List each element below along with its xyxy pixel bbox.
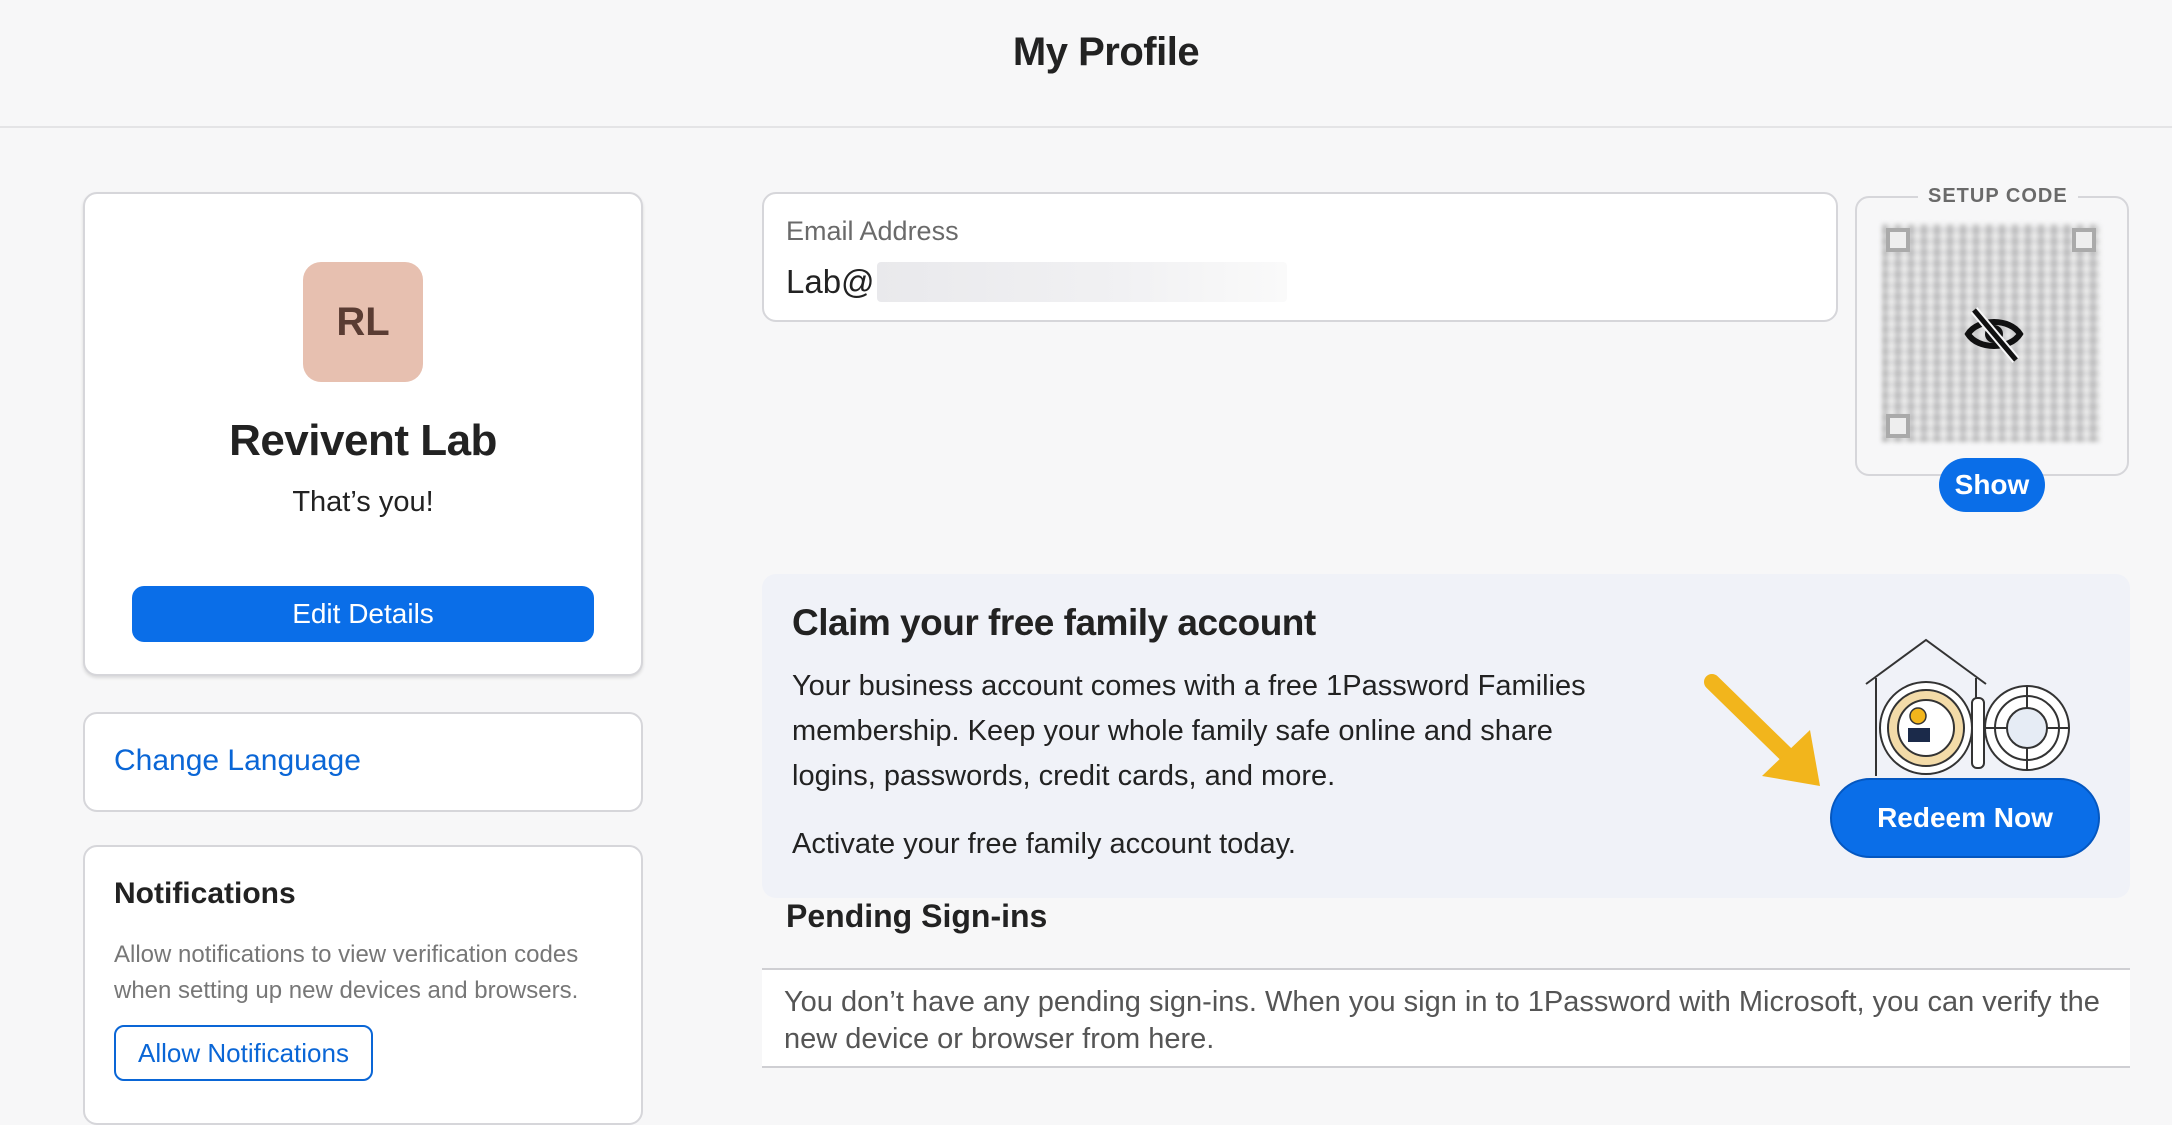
notifications-title: Notifications [114,877,296,910]
change-language-card[interactable]: Change Language [83,712,643,812]
arrow-annotation-icon [1704,674,1820,786]
notifications-description: Allow notifications to view verification… [114,941,579,1004]
house-vault-illustration [1865,638,2070,776]
redeem-now-button[interactable]: Redeem Now [1830,778,2100,858]
page-title: My Profile [1012,30,1200,74]
email-label: Email Address [786,216,959,246]
email-value: Lab@ [786,262,1287,302]
family-title: Claim your free family account [792,602,1316,643]
profile-subtitle: That’s you! [292,486,434,518]
pending-signins-message: You don’t have any pending sign-ins. Whe… [784,986,2100,1055]
email-card: Email Address Lab@ [762,192,1838,322]
edit-details-button[interactable]: Edit Details [132,586,594,642]
family-body: Your business account comes with a free … [792,670,1586,792]
avatar: RL [303,262,423,382]
pending-signins-box: You don’t have any pending sign-ins. Whe… [762,968,2130,1068]
profile-name: Revivent Lab [229,416,497,465]
eye-off-icon [1964,307,2024,363]
setup-code-label: SETUP CODE [1918,185,2078,208]
show-setup-code-button[interactable]: Show [1939,458,2045,512]
email-visible-part: Lab@ [786,263,875,300]
allow-notifications-button[interactable]: Allow Notifications [114,1025,373,1081]
page-header: My Profile [0,0,2172,128]
change-language-link[interactable]: Change Language [114,744,361,778]
email-redacted-block [876,262,1287,302]
qr-corner-marker [1886,228,1910,252]
qr-corner-marker [1886,414,1910,438]
notifications-card: Notifications Allow notifications to vie… [83,845,643,1125]
profile-card: RL Revivent Lab That’s you! Edit Details [83,192,643,676]
family-cta-text: Activate your free family account today. [792,828,1296,860]
qr-corner-marker [2072,228,2096,252]
pending-signins-title: Pending Sign-ins [786,898,1048,934]
